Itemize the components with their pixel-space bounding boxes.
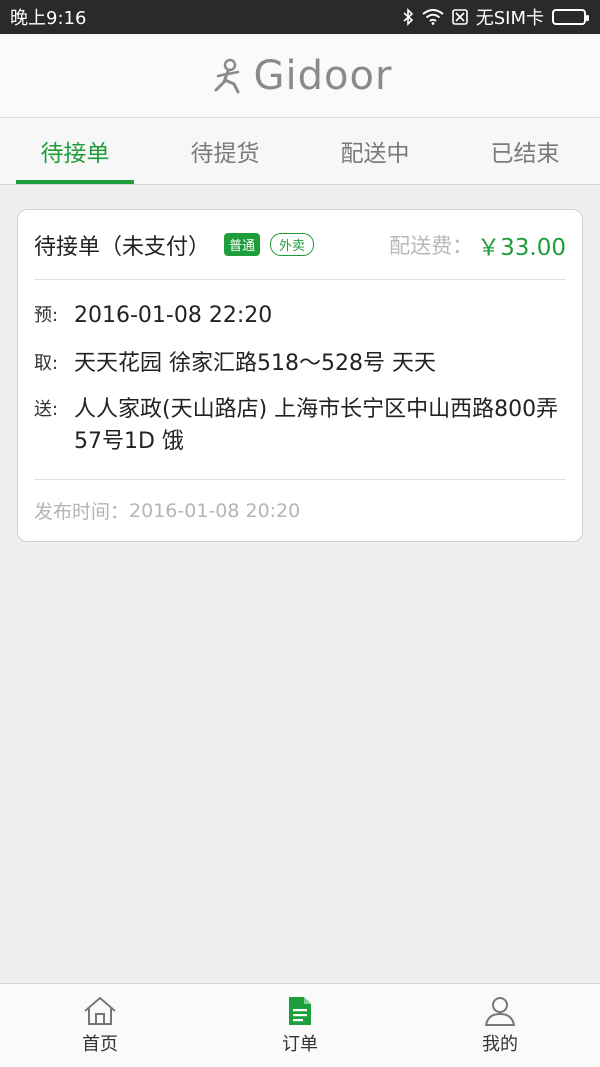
publish-time-value: 2016-01-08 20:20 <box>129 499 301 522</box>
nav-orders-label: 订单 <box>282 1033 318 1055</box>
tab-finished[interactable]: 已结束 <box>450 118 600 184</box>
scheduled-value: 2016-01-08 22:20 <box>74 303 273 328</box>
tab-pending-accept[interactable]: 待接单 <box>0 118 150 184</box>
bluetooth-icon <box>403 8 413 26</box>
status-icons: 无SIM卡 <box>402 4 589 30</box>
order-card-footer: 发布时间： 2016-01-08 20:20 <box>34 479 566 541</box>
battery-icon <box>552 9 589 25</box>
status-bar: 晚上9:16 无SIM卡 <box>0 0 600 34</box>
order-card-body: 预: 2016-01-08 22:20 取: 天天花园 徐家汇路518～528号… <box>18 300 582 458</box>
publish-time-label: 发布时间： <box>34 501 130 523</box>
delivery-address: 人人家政(天山路店) 上海市长宁区中山西路800弄57号1D 饿 <box>74 397 559 454</box>
gidoor-logo-icon <box>214 58 240 93</box>
sim-icon <box>451 9 468 25</box>
app-header: Gidoor <box>0 34 600 118</box>
bottom-nav: 首页 订单 我的 <box>0 983 600 1067</box>
tab-pending-pickup[interactable]: 待提货 <box>150 118 300 184</box>
order-status: 待接单（未支付） <box>34 234 211 260</box>
app-logo-text: Gidoor <box>253 52 393 99</box>
home-icon <box>84 996 116 1025</box>
order-card[interactable]: 待接单（未支付） 普通 外卖 配送费： ￥33.00 预: 2016-01-08… <box>17 209 583 542</box>
delivery-fee: 配送费： ￥33.00 <box>389 228 566 262</box>
scheduled-time-row: 预: 2016-01-08 22:20 <box>34 300 566 332</box>
order-tabs: 待接单 待提货 配送中 已结束 <box>0 118 600 185</box>
delivery-fee-label: 配送费： <box>389 233 474 258</box>
document-icon <box>289 996 311 1025</box>
user-icon <box>485 996 515 1026</box>
wifi-icon <box>422 9 444 25</box>
pickup-address: 天天花园 徐家汇路518～528号 天天 <box>74 351 436 376</box>
nav-profile-label: 我的 <box>482 1033 518 1055</box>
nav-orders[interactable]: 订单 <box>200 984 400 1067</box>
status-time: 晚上9:16 <box>10 8 87 29</box>
pickup-label: 取: <box>34 353 59 374</box>
order-type-badge: 普通 <box>224 233 261 256</box>
carrier-text: 无SIM卡 <box>475 8 544 29</box>
delivery-fee-value: ￥33.00 <box>477 234 566 261</box>
tab-delivering[interactable]: 配送中 <box>300 118 450 184</box>
nav-home[interactable]: 首页 <box>0 984 200 1067</box>
delivery-label: 送: <box>34 399 59 420</box>
delivery-row: 送: 人人家政(天山路店) 上海市长宁区中山西路800弄57号1D 饿 <box>34 394 566 458</box>
order-card-header: 待接单（未支付） 普通 外卖 配送费： ￥33.00 <box>34 210 566 280</box>
scheduled-label: 预: <box>34 305 59 326</box>
nav-home-label: 首页 <box>82 1033 118 1055</box>
nav-profile[interactable]: 我的 <box>400 984 600 1067</box>
app-screen: 晚上9:16 无SIM卡 Gidoor 待接单 待提货 配送中 已结束 待接单（… <box>0 0 600 1067</box>
order-category-badge: 外卖 <box>270 233 315 256</box>
pickup-row: 取: 天天花园 徐家汇路518～528号 天天 <box>34 348 566 380</box>
